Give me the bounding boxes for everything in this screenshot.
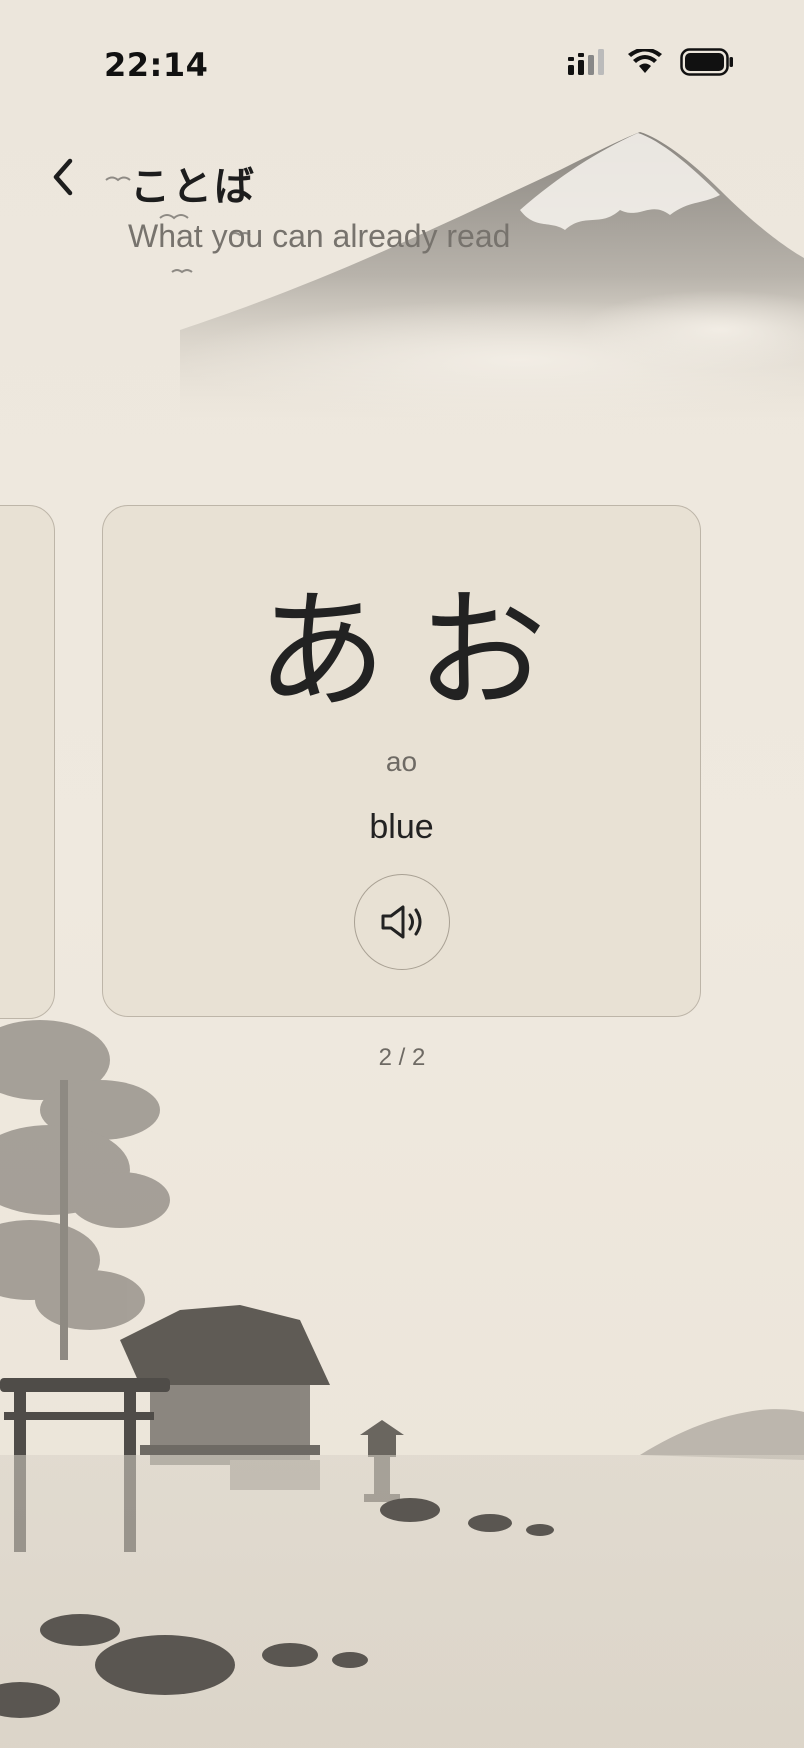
previous-word-card[interactable] [0, 505, 55, 1019]
header: ことば What you can already read [0, 150, 804, 270]
battery-icon [680, 48, 733, 76]
word-meaning: blue [369, 808, 434, 846]
back-button[interactable] [36, 150, 90, 204]
play-audio-button[interactable] [354, 874, 450, 970]
status-bar: 22:14 [0, 0, 804, 120]
page-indicator: 2 / 2 [378, 1044, 426, 1071]
status-time: 22:14 [104, 46, 209, 84]
page-subtitle: What you can already read [128, 218, 511, 254]
speaker-icon [381, 905, 422, 939]
wifi-icon [628, 49, 662, 73]
page-title: ことば [130, 164, 256, 210]
word-romaji: ao [385, 746, 418, 777]
word-kana: あお [256, 575, 577, 727]
chevron-left-icon [53, 158, 73, 196]
status-icons [568, 48, 734, 76]
word-card[interactable]: あお ao blue [102, 505, 701, 1017]
signal-icon [568, 49, 604, 75]
